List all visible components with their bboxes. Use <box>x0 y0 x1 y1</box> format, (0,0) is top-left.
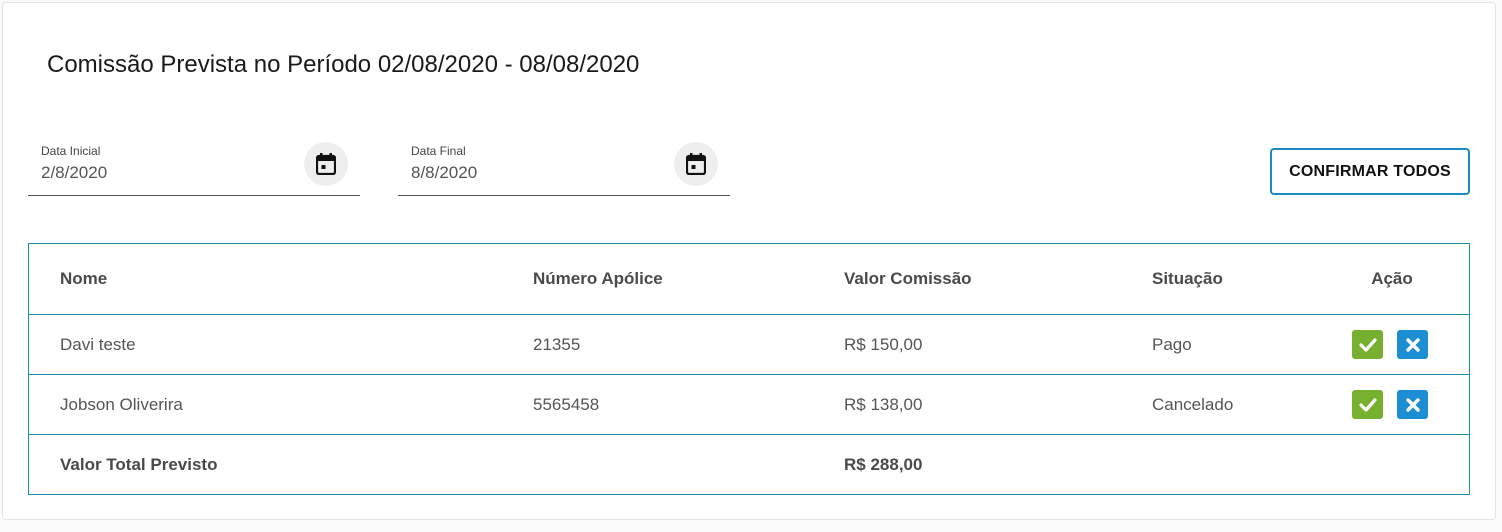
confirm-all-button[interactable]: CONFIRMAR TODOS <box>1270 148 1470 195</box>
cancel-button[interactable] <box>1397 330 1428 359</box>
close-icon <box>1405 397 1420 412</box>
cancel-button[interactable] <box>1397 390 1428 419</box>
table-header: Nome Número Apólice Valor Comissão Situa… <box>29 244 1469 314</box>
start-date-value[interactable]: 2/8/2020 <box>41 163 107 183</box>
start-date-label: Data Inicial <box>41 144 101 158</box>
row-valor: R$ 150,00 <box>844 334 923 354</box>
row-situacao: Pago <box>1152 334 1192 354</box>
table-row: Davi teste 21355 R$ 150,00 Pago <box>29 314 1469 374</box>
column-header-valor: Valor Comissão <box>844 269 972 288</box>
column-header-nome: Nome <box>60 269 108 288</box>
row-actions <box>1352 375 1428 434</box>
row-actions <box>1352 315 1428 374</box>
calendar-icon <box>316 153 336 175</box>
start-date-calendar-button[interactable] <box>304 142 348 186</box>
commission-table: Nome Número Apólice Valor Comissão Situa… <box>28 243 1470 495</box>
end-date-label: Data Final <box>411 144 466 158</box>
start-date-field[interactable]: Data Inicial 2/8/2020 <box>28 138 360 196</box>
page-title: Comissão Prevista no Período 02/08/2020 … <box>47 51 640 78</box>
close-icon <box>1405 337 1420 352</box>
total-value: R$ 288,00 <box>844 454 923 474</box>
row-apolice: 5565458 <box>533 394 600 414</box>
table-total-row: Valor Total Previsto R$ 288,00 <box>29 434 1469 494</box>
row-nome: Davi teste <box>60 334 136 354</box>
check-icon <box>1358 397 1377 412</box>
commission-card: Comissão Prevista no Período 02/08/2020 … <box>2 2 1496 520</box>
column-header-situacao: Situação <box>1152 269 1223 288</box>
total-label: Valor Total Previsto <box>60 454 218 474</box>
check-icon <box>1358 337 1377 352</box>
row-apolice: 21355 <box>533 334 581 354</box>
row-situacao: Cancelado <box>1152 394 1234 414</box>
confirm-button[interactable] <box>1352 390 1383 419</box>
row-valor: R$ 138,00 <box>844 394 923 414</box>
table-row: Jobson Oliverira 5565458 R$ 138,00 Cance… <box>29 374 1469 434</box>
confirm-button[interactable] <box>1352 330 1383 359</box>
column-header-apolice: Número Apólice <box>533 269 663 288</box>
end-date-calendar-button[interactable] <box>674 142 718 186</box>
column-header-acao: Ação <box>1371 269 1413 288</box>
calendar-icon <box>686 153 706 175</box>
end-date-field[interactable]: Data Final 8/8/2020 <box>398 138 730 196</box>
end-date-value[interactable]: 8/8/2020 <box>411 163 477 183</box>
row-nome: Jobson Oliverira <box>60 394 183 414</box>
